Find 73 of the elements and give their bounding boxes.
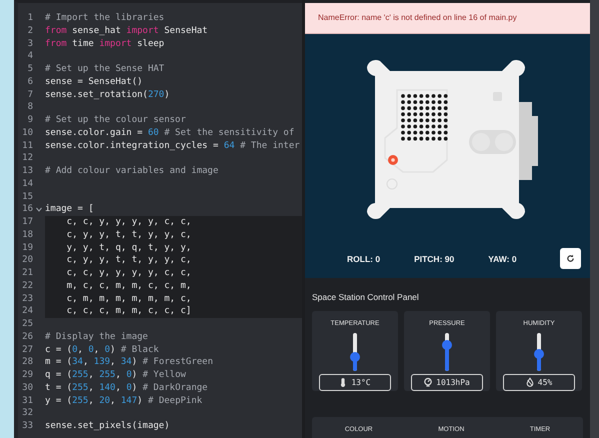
sensor-reading: 13°C xyxy=(351,378,371,388)
code-line: # Display the image xyxy=(45,330,149,344)
code-editor[interactable] xyxy=(14,0,302,438)
code-line: t = (255, 140, 0) # DarkOrange xyxy=(45,382,209,394)
code-line: c = (0, 0, 0) # Black xyxy=(45,344,160,356)
line-number: 3 xyxy=(26,38,33,50)
code-line: sense.color.integration_cycles = 64 # The inter xyxy=(45,140,301,152)
line-number: 5 xyxy=(26,63,33,76)
line-number: 26 xyxy=(21,330,33,344)
line-number: 4 xyxy=(26,50,33,63)
line-number: 19 xyxy=(21,242,33,254)
line-number: 18 xyxy=(21,228,33,242)
line-number: 33 xyxy=(21,420,33,433)
panel-title: Space Station Control Panel xyxy=(312,292,420,302)
line-number: 25 xyxy=(21,318,33,331)
code-line: # Import the libraries xyxy=(45,12,166,25)
line-number: 15 xyxy=(21,190,33,204)
code-line: # Set up the Sense HAT xyxy=(45,63,166,76)
line-number: 9 xyxy=(26,114,33,127)
line-number: 7 xyxy=(26,88,33,102)
droplet-icon xyxy=(526,377,534,388)
line-number: 14 xyxy=(21,178,33,190)
code-line: from time import sleep xyxy=(45,38,166,50)
line-number: 27 xyxy=(21,344,33,356)
line-number: 12 xyxy=(21,152,33,165)
line-number: 24 xyxy=(21,305,33,318)
line-number: 8 xyxy=(26,101,33,114)
line-number: 1 xyxy=(26,12,33,25)
sensor-reading: 1013hPa xyxy=(436,378,470,388)
line-number: 29 xyxy=(21,369,33,382)
fold-caret-icon[interactable] xyxy=(36,207,42,212)
line-number: 22 xyxy=(21,280,33,292)
line-number: 2 xyxy=(26,24,33,38)
line-number: 10 xyxy=(21,126,33,140)
reading-field[interactable]: 13°C xyxy=(319,374,391,391)
line-number: 30 xyxy=(21,382,33,394)
line-number: 28 xyxy=(21,356,33,369)
line-number: 11 xyxy=(21,140,33,152)
orientation-reading: PITCH: 90 xyxy=(414,254,454,264)
scrollbar[interactable] xyxy=(590,0,599,438)
line-number: 32 xyxy=(21,407,33,420)
code-line: m = (34, 139, 34) # ForestGreen xyxy=(45,356,214,369)
thermometer-icon xyxy=(339,377,348,388)
line-number: 23 xyxy=(21,292,33,306)
code-line: sense.set_pixels(image) xyxy=(45,420,171,433)
code-line: # Add colour variables and image xyxy=(45,165,220,178)
line-number: 20 xyxy=(21,254,33,267)
reading-field[interactable]: 45% xyxy=(503,374,575,391)
slider-thumb[interactable] xyxy=(442,340,452,350)
line-number: 13 xyxy=(21,165,33,178)
reset-button[interactable] xyxy=(560,248,581,269)
orientation-reading: ROLL: 0 xyxy=(347,254,380,264)
line-number: 16 xyxy=(21,203,33,216)
gauge-icon xyxy=(424,377,432,388)
reading-field[interactable]: 1013hPa xyxy=(411,374,483,391)
line-number: 31 xyxy=(21,394,33,408)
error-message: NameError: name 'c' is not defined on line 16 of main.py xyxy=(305,3,590,34)
slider-thumb[interactable] xyxy=(350,352,360,362)
sensor-reading: 45% xyxy=(538,378,552,388)
code-line: # Set up the colour sensor xyxy=(45,114,187,127)
refresh-icon xyxy=(566,254,575,263)
code-line: sense.set_rotation(270) xyxy=(45,88,171,102)
orientation-reading: YAW: 0 xyxy=(488,254,517,264)
code-line: sense = SenseHat() xyxy=(45,76,144,88)
code-line: sense.color.gain = 60 # Set the sensitivity of xyxy=(45,126,296,140)
line-number: 21 xyxy=(21,267,33,280)
slider-thumb[interactable] xyxy=(534,348,544,359)
line-number: 17 xyxy=(21,216,33,229)
code-line: image = [ xyxy=(45,203,95,216)
code-line: y = (255, 20, 147) # DeepPink xyxy=(45,394,204,408)
code-line: from sense_hat import SenseHat xyxy=(45,24,209,38)
line-number: 6 xyxy=(26,76,33,88)
code-line: q = (255, 255, 0) # Yellow xyxy=(45,369,187,382)
